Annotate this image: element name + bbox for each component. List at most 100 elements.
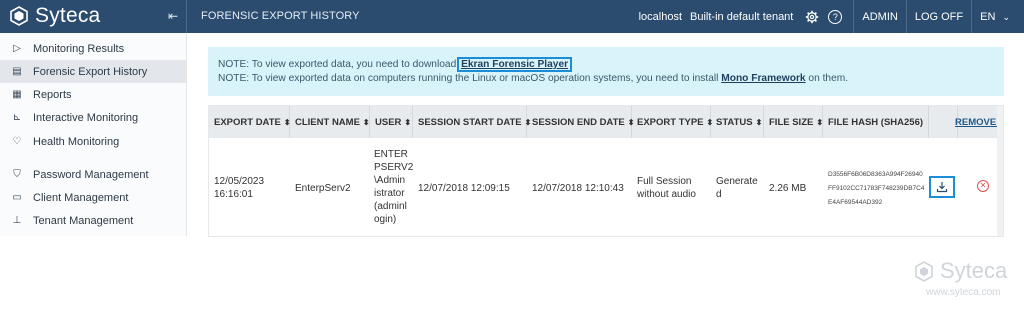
brand: Syteca ⇤ [0, 0, 187, 33]
column-header-export-type[interactable]: EXPORT TYPE ⬍ [632, 106, 713, 138]
export-type-cell: Full Session without audio [637, 175, 696, 201]
column-label: FILE HASH (SHA256) [828, 116, 924, 128]
hash-line: D3556F6B06D8363A994F26940 [828, 171, 923, 178]
watermark-url: www.syteca.com [926, 287, 1001, 298]
top-bar: Syteca ⇤ FORENSIC EXPORT HISTORY localho… [0, 0, 1024, 33]
language-select[interactable]: EN ⌄ [972, 11, 1024, 23]
column-header-status[interactable]: STATUS ⬍ [711, 106, 764, 138]
language-label: EN [980, 10, 996, 23]
watermark-brand: Syteca [940, 258, 1008, 283]
column-label: SESSION END DATE [532, 116, 625, 128]
note-text: NOTE: To view exported data on computers… [218, 73, 719, 84]
report-icon: ▦ [12, 89, 22, 100]
user-line: PSERV2 [374, 162, 414, 173]
note-line-2: NOTE: To view exported data on computers… [218, 73, 848, 84]
export-type: Full Session [637, 176, 692, 187]
note-text: on them. [808, 73, 849, 84]
mono-framework-link[interactable]: Mono Framework [721, 73, 805, 84]
org-icon: ⊥ [12, 215, 22, 226]
file-size-cell: 2.26 MB [769, 183, 807, 194]
sort-icon: ⬍ [404, 117, 412, 127]
sidebar-item-reports[interactable]: ▦ Reports [0, 83, 187, 106]
export-type-detail: without audio [637, 189, 696, 200]
sidebar-item-forensic-export-history[interactable]: ▤ Forensic Export History [0, 60, 187, 83]
heart-icon: ♡ [12, 136, 22, 147]
page-title: FORENSIC EXPORT HISTORY [201, 10, 360, 22]
column-header-file-size[interactable]: FILE SIZE ⬍ [764, 106, 823, 138]
note-text: NOTE: To view exported data, you need to… [218, 59, 457, 70]
info-note: NOTE: To view exported data, you need to… [208, 47, 1004, 96]
chart-icon: ⊾ [12, 112, 22, 123]
sidebar-item-monitoring-results[interactable]: ▷ Monitoring Results [0, 37, 187, 60]
sidebar-item-client-management[interactable]: ▭ Client Management [0, 186, 187, 209]
column-header-session-start-date[interactable]: SESSION START DATE ⬍ [413, 106, 531, 138]
sidebar-item-interactive-monitoring[interactable]: ⊾ Interactive Monitoring [0, 106, 187, 129]
sidebar-item-tenant-management[interactable]: ⊥ Tenant Management [0, 209, 187, 232]
status-text: Generate [716, 176, 758, 187]
help-icon[interactable]: ? [828, 9, 843, 24]
column-header-file-hash: FILE HASH (SHA256) [823, 106, 929, 138]
logoff-button[interactable]: LOG OFF [907, 11, 971, 23]
export-time: 16:16:01 [214, 189, 253, 200]
scrollbar[interactable] [997, 106, 1003, 236]
monitor-icon: ▭ [12, 192, 22, 203]
sidebar-item-password-management[interactable]: ⛉ Password Management [0, 163, 187, 186]
sidebar-item-label: Monitoring Results [33, 42, 125, 55]
hash-line: E4AF69544AD392 [828, 199, 883, 206]
session-start-cell: 12/07/2018 12:09:15 [418, 183, 510, 194]
user-line: ogin) [374, 214, 397, 225]
film-icon: ▤ [12, 66, 22, 77]
column-header-client-name[interactable]: CLIENT NAME ⬍ [290, 106, 370, 138]
export-date-cell: 12/05/2023 16:16:01 [214, 175, 264, 201]
status-cell: Generate d [716, 175, 758, 201]
sidebar-item-health-monitoring[interactable]: ♡ Health Monitoring [0, 130, 187, 153]
host-name: localhost [638, 10, 683, 23]
column-header-user[interactable]: USER ⬍ [370, 106, 413, 138]
tenant-name[interactable]: Built-in default tenant [690, 11, 801, 23]
column-label: EXPORT DATE [214, 116, 281, 128]
sidebar-item-label: Interactive Monitoring [33, 111, 139, 124]
collapse-sidebar-icon[interactable]: ⇤ [168, 9, 178, 23]
column-label: FILE SIZE [769, 116, 814, 128]
hash-line: FF9102CC71783F748239DB7C4 [828, 185, 925, 192]
export-history-table: EXPORT DATE ⬍ CLIENT NAME ⬍ USER ⬍ SESSION … [208, 105, 1004, 237]
user-menu[interactable]: ADMIN [854, 11, 905, 23]
column-label: EXPORT TYPE [637, 116, 704, 128]
user-line: ENTER [374, 149, 408, 160]
gear-icon[interactable] [805, 10, 819, 24]
column-label: STATUS [716, 116, 753, 128]
brand-name: Syteca [35, 4, 101, 27]
user-line: \Admin [374, 175, 406, 186]
column-label: USER [375, 116, 402, 128]
session-end-cell: 12/07/2018 12:10:43 [532, 183, 624, 194]
client-name-cell: EnterpServ2 [295, 183, 351, 194]
user-cell: ENTER PSERV2 \Admin istrator (adminl ogi… [374, 148, 414, 226]
top-right-menu: localhost Built-in default tenant ? ADMI… [631, 0, 1024, 33]
sidebar-item-label: Tenant Management [33, 214, 134, 227]
delete-icon[interactable]: ✕ [977, 180, 989, 192]
export-date: 12/05/2023 [214, 176, 265, 187]
forensic-player-link[interactable]: Ekran Forensic Player [457, 57, 573, 72]
file-hash-cell: D3556F6B06D8363A994F26940 FF9102CC71783F… [828, 168, 924, 210]
sidebar: ▷ Monitoring Results ▤ Forensic Export H… [0, 33, 187, 236]
remove-all-link[interactable]: REMOVE A [949, 106, 1003, 138]
column-header-export-date[interactable]: EXPORT DATE ⬍ [209, 106, 291, 138]
column-label: CLIENT NAME [295, 116, 360, 128]
syteca-logo-icon [915, 261, 933, 282]
sidebar-item-label: Client Management [33, 191, 129, 204]
shield-icon: ⛉ [13, 169, 21, 180]
sidebar-item-label: Forensic Export History [33, 65, 148, 78]
user-line: (adminl [374, 201, 407, 212]
download-icon [936, 182, 948, 193]
sidebar-item-label: Health Monitoring [33, 135, 120, 148]
column-label: SESSION START DATE [418, 116, 522, 128]
status-text: d [716, 189, 722, 200]
column-header-session-end-date[interactable]: SESSION END DATE ⬍ [527, 106, 634, 138]
download-button[interactable] [929, 176, 955, 198]
sidebar-item-label: Password Management [33, 168, 149, 181]
play-icon: ▷ [13, 43, 21, 54]
note-line-1: NOTE: To view exported data, you need to… [218, 57, 573, 72]
table-header: EXPORT DATE ⬍ CLIENT NAME ⬍ USER ⬍ SESSION … [209, 106, 1003, 138]
sort-icon: ⬍ [755, 117, 763, 127]
chevron-down-icon: ⌄ [1002, 11, 1010, 22]
